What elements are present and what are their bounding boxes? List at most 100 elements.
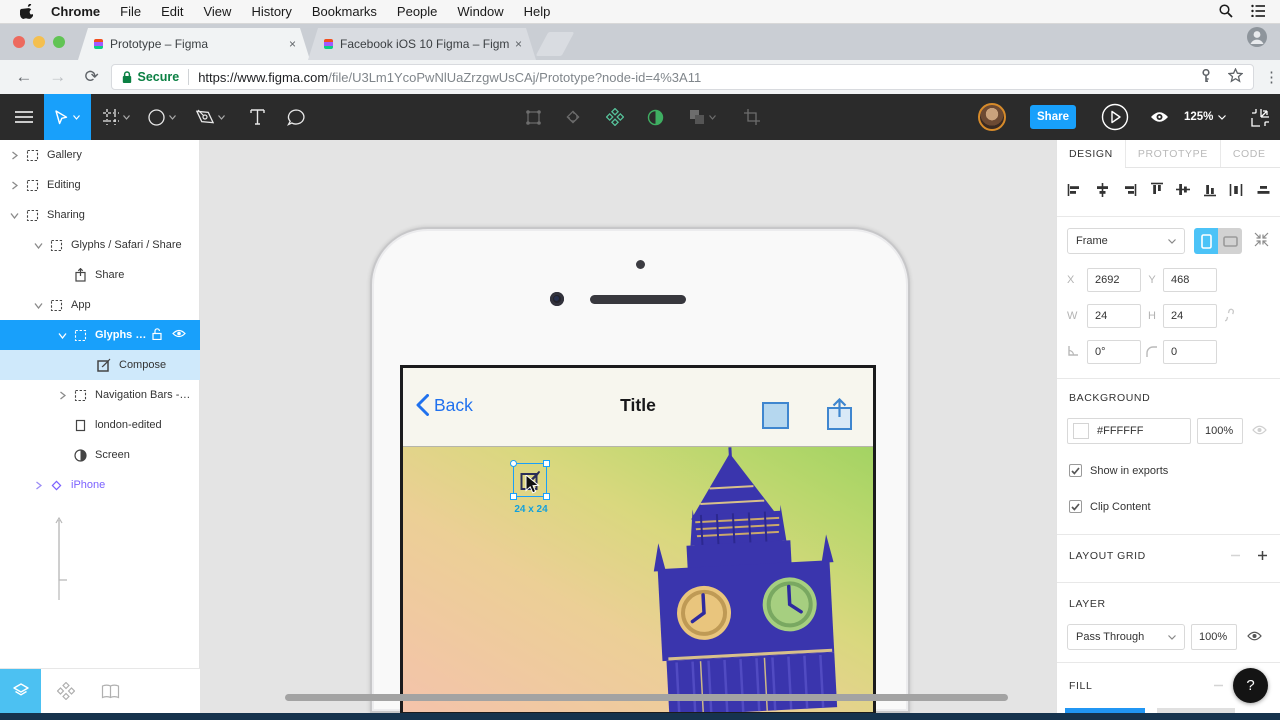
fill-remove-icon[interactable]: [1213, 680, 1224, 694]
background-color-swatch[interactable]: [1073, 423, 1089, 439]
align-bottom-icon[interactable]: [1203, 182, 1217, 200]
preview-eye-icon[interactable]: [1146, 94, 1172, 140]
horizontal-scrollbar[interactable]: [285, 694, 1008, 701]
spotlight-search-icon[interactable]: [1219, 4, 1233, 21]
eye-icon[interactable]: [172, 329, 186, 341]
menubar-item-window[interactable]: Window: [457, 4, 503, 19]
help-button[interactable]: ?: [1233, 668, 1268, 703]
menubar-item-help[interactable]: Help: [524, 4, 551, 19]
library-book-icon[interactable]: [90, 669, 131, 713]
window-minimize-button[interactable]: [33, 36, 45, 48]
chevron-right-icon[interactable]: [56, 391, 68, 400]
layer-row-iphone[interactable]: iPhone: [0, 470, 200, 500]
move-tool-button[interactable]: [44, 94, 91, 140]
tab-prototype[interactable]: PROTOTYPE: [1126, 140, 1221, 167]
layer-row-share[interactable]: Share: [0, 260, 200, 290]
layout-grid-add-icon[interactable]: [1257, 550, 1268, 564]
height-input[interactable]: 24: [1163, 304, 1217, 328]
bookmark-star-icon[interactable]: [1228, 68, 1243, 86]
url-field[interactable]: Secure https://www.figma.com/file/U3Lm1Y…: [111, 64, 1254, 90]
tab-facebook-ios[interactable]: Facebook iOS 10 Figma – Figm ×: [308, 28, 536, 60]
reload-icon[interactable]: ⟳: [82, 67, 102, 87]
x-input[interactable]: 2692: [1087, 268, 1141, 292]
chevron-right-icon[interactable]: [8, 181, 20, 190]
layer-row-sharing[interactable]: Sharing: [0, 200, 200, 230]
width-input[interactable]: 24: [1087, 304, 1141, 328]
frame-type-select[interactable]: Frame: [1067, 228, 1185, 254]
menubar-app-name[interactable]: Chrome: [51, 4, 100, 19]
menubar-item-file[interactable]: File: [120, 4, 141, 19]
tidy-up-icon[interactable]: [1256, 183, 1271, 200]
background-color-input[interactable]: #FFFFFF: [1067, 418, 1191, 444]
orientation-portrait-button[interactable]: [1194, 228, 1218, 254]
align-left-icon[interactable]: [1067, 183, 1082, 200]
menubar-item-history[interactable]: History: [251, 4, 291, 19]
blend-mode-select[interactable]: Pass Through: [1067, 624, 1185, 650]
layer-row-gallery[interactable]: Gallery: [0, 140, 200, 170]
menubar-item-view[interactable]: View: [203, 4, 231, 19]
components-panel-button[interactable]: [45, 669, 86, 713]
text-tool-button[interactable]: [242, 94, 272, 140]
main-menu-icon[interactable]: [8, 94, 40, 140]
show-in-exports-checkbox[interactable]: [1069, 464, 1082, 477]
menubar-item-edit[interactable]: Edit: [161, 4, 183, 19]
shape-tool-button[interactable]: [143, 94, 181, 140]
window-close-button[interactable]: [13, 36, 25, 48]
collapse-arrows-icon[interactable]: [1254, 232, 1269, 250]
pen-tool-button[interactable]: [190, 94, 230, 140]
layout-grid-remove-icon[interactable]: [1230, 550, 1241, 564]
layer-row-glyphs-[interactable]: Glyphs …: [0, 320, 200, 350]
tab-prototype[interactable]: Prototype – Figma ×: [78, 28, 310, 60]
selection-handle[interactable]: [543, 460, 550, 467]
tab-design[interactable]: DESIGN: [1057, 140, 1126, 167]
align-h-center-icon[interactable]: [1095, 183, 1110, 200]
tab-code[interactable]: CODE: [1221, 140, 1278, 167]
tab-close-icon[interactable]: ×: [511, 37, 526, 51]
user-avatar[interactable]: [978, 103, 1006, 131]
zoom-control[interactable]: 125%: [1184, 94, 1226, 140]
background-visibility-eye-icon[interactable]: [1252, 425, 1267, 438]
back-icon[interactable]: ←: [14, 67, 34, 87]
align-v-center-icon[interactable]: [1176, 182, 1190, 200]
clip-content-checkbox[interactable]: [1069, 500, 1082, 513]
chevron-down-icon[interactable]: [32, 302, 44, 309]
corner-radius-input[interactable]: 0: [1163, 340, 1217, 364]
navbar-share-icon[interactable]: [826, 398, 853, 436]
layer-row-compose[interactable]: Compose: [0, 350, 200, 380]
distribute-horizontal-icon[interactable]: [1229, 183, 1243, 200]
canvas[interactable]: Back Title: [200, 140, 1060, 713]
use-as-mask-icon[interactable]: [640, 94, 670, 140]
layer-row-screen[interactable]: Screen: [0, 440, 200, 470]
layer-row-app[interactable]: App: [0, 290, 200, 320]
chevron-down-icon[interactable]: [32, 242, 44, 249]
frame-tool-button[interactable]: [98, 94, 134, 140]
browser-menu-icon[interactable]: ⋮: [1264, 68, 1280, 86]
unlock-icon[interactable]: [152, 328, 162, 343]
layer-row-glyphs-safari-share[interactable]: Glyphs / Safari / Share: [0, 230, 200, 260]
notification-center-icon[interactable]: [1251, 4, 1266, 20]
layer-row-editing[interactable]: Editing: [0, 170, 200, 200]
layer-opacity-input[interactable]: 100%: [1191, 624, 1237, 650]
layer-row-london-edited[interactable]: london-edited: [0, 410, 200, 440]
selection-handle[interactable]: [510, 460, 517, 467]
align-right-icon[interactable]: [1122, 183, 1137, 200]
chevron-down-icon[interactable]: [56, 332, 68, 339]
menubar-item-people[interactable]: People: [397, 4, 437, 19]
layer-visibility-eye-icon[interactable]: [1247, 631, 1262, 644]
background-opacity-input[interactable]: 100%: [1197, 418, 1243, 444]
chevron-right-icon[interactable]: [32, 481, 44, 490]
rotation-input[interactable]: 0°: [1087, 340, 1141, 364]
edit-object-icon[interactable]: [518, 94, 548, 140]
orientation-landscape-button[interactable]: [1218, 228, 1242, 254]
phone-screen-frame[interactable]: Back Title: [400, 365, 876, 713]
navbar-square-glyph[interactable]: [762, 402, 789, 429]
window-zoom-button[interactable]: [53, 36, 65, 48]
layers-panel-button[interactable]: [0, 669, 41, 713]
boolean-groups-icon[interactable]: [682, 94, 722, 140]
crop-icon[interactable]: [737, 94, 767, 140]
menubar-item-bookmarks[interactable]: Bookmarks: [312, 4, 377, 19]
constrain-link-icon[interactable]: [1225, 308, 1235, 325]
layer-row-navigation-bars-[interactable]: Navigation Bars -…: [0, 380, 200, 410]
reset-instance-icon[interactable]: [558, 94, 588, 140]
comment-tool-button[interactable]: [280, 94, 312, 140]
